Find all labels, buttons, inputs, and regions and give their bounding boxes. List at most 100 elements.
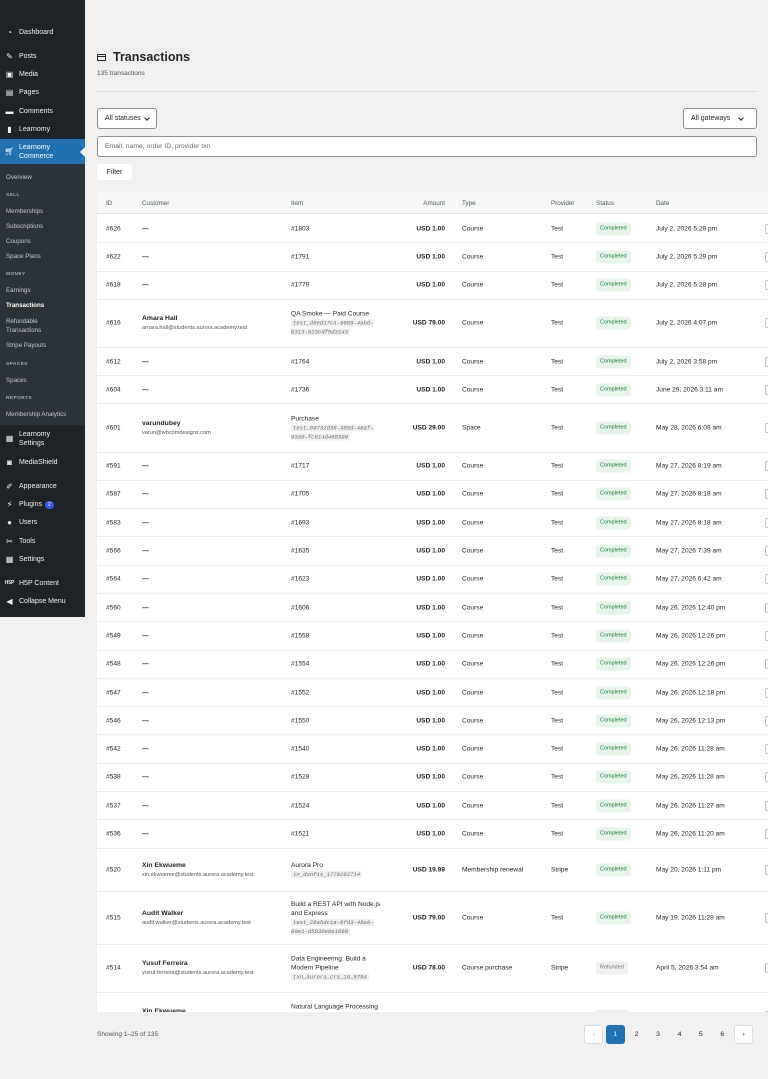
table-row[interactable]: #591 — #1717 USD 1.00 Course Test Completed May… [97, 453, 768, 481]
table-row[interactable]: #538 — #1528 USD 1.00 Course Test Completed May… [97, 764, 768, 793]
item-title: #1791 [291, 253, 310, 261]
menu-comments[interactable]: ▬ Comments [0, 105, 85, 118]
menu-posts[interactable]: ✎ Posts [0, 50, 85, 63]
table-row[interactable]: #612 — #1764 USD 1.00 Course Test Completed Jul… [97, 348, 768, 377]
menu-mediashield[interactable]: ◙ MediaShield [0, 456, 85, 469]
row-amount: USD 1.00 [416, 490, 445, 498]
row-status: Completed [596, 544, 631, 558]
menu-appearance[interactable]: ✐ Appearance [0, 480, 85, 493]
pagination-page-4[interactable]: 4 [670, 1025, 689, 1044]
submenu-membership-analytics[interactable]: Membership Analytics [6, 411, 66, 418]
submenu-coupons[interactable]: Coupons [6, 238, 31, 245]
submenu-earnings[interactable]: Earnings [6, 287, 30, 294]
column-header-provider[interactable]: Provider [551, 200, 574, 207]
submenu-overview[interactable]: Overview [6, 174, 32, 181]
column-header-item[interactable]: Item [291, 200, 303, 207]
submenu-subscriptions[interactable]: Subscriptions [6, 223, 43, 230]
item-title: #1635 [291, 547, 310, 555]
table-row[interactable]: #566 — #1635 USD 1.00 Course Test Completed May… [97, 537, 768, 566]
submenu-refundable-transactions[interactable]: Refundable Transactions [6, 317, 56, 335]
menu-tools[interactable]: ✂︎ Tools [0, 535, 85, 548]
table-row[interactable]: #564 — #1623 USD 1.00 Course Test Completed May… [97, 566, 768, 594]
table-row[interactable]: #542 — #1540 USD 1.00 Course Test Completed May… [97, 736, 768, 764]
submenu-memberships[interactable]: Memberships [6, 208, 43, 215]
pagination-page-3[interactable]: 3 [649, 1025, 668, 1044]
pagination-page-2[interactable]: 2 [627, 1025, 646, 1044]
column-header-status[interactable]: Status [596, 200, 614, 207]
table-row[interactable]: #618 — #1779 USD 1.00 Course Test Completed Jul… [97, 272, 768, 300]
row-id: #591 [106, 462, 121, 470]
table-row[interactable]: #537 — #1524 USD 1.00 Course Test Completed May… [97, 792, 768, 821]
row-item: #1635 [291, 547, 387, 556]
status-badge: Completed [596, 629, 631, 643]
pagination-page-6[interactable]: 6 [713, 1025, 732, 1044]
table-row[interactable]: #515 Audit Walker audit.walker@students.au… [97, 892, 768, 945]
table-row[interactable]: #587 — #1705 USD 1.00 Course Test Completed May… [97, 481, 768, 510]
row-id: #566 [106, 547, 121, 555]
menu-collapse[interactable]: ◀︎ Collapse Menu [0, 595, 85, 608]
column-header-customer[interactable]: Customer [142, 200, 169, 207]
table-row[interactable]: #546 — #1550 USD 1.00 Course Test Completed May… [97, 707, 768, 736]
customer-name: — [142, 604, 149, 612]
table-row[interactable]: #520 Xin Ekwueme xin.ekwueme@students.auro… [97, 849, 768, 892]
column-header-id[interactable]: ID [106, 200, 112, 207]
pagination-prev-button[interactable]: ‹ [584, 1025, 604, 1044]
customer-name: Audit Walker [142, 909, 184, 917]
status-badge: Completed [596, 516, 631, 530]
row-type: Course [462, 358, 484, 366]
menu-pages[interactable]: ▤ Pages [0, 86, 85, 99]
chevron-down-icon [738, 114, 745, 121]
menu-learnomy-commerce[interactable]: 🛒︎ Learnomy Commerce [0, 139, 85, 164]
row-item: #1764 [291, 357, 387, 366]
table-row[interactable]: #601 varundubey varun@wbcomdesigns.com Purc… [97, 405, 768, 453]
status-badge: Completed [596, 355, 631, 369]
search-input[interactable] [97, 136, 757, 157]
table-row[interactable]: #548 — #1554 USD 1.00 Course Test Completed May… [97, 651, 768, 679]
row-type: Course [462, 689, 484, 697]
menu-settings[interactable]: ▦ Settings [0, 553, 85, 566]
table-row[interactable]: #626 — #1803 USD 1.00 Course Test Completed Jul… [97, 215, 768, 244]
table-row[interactable]: #622 — #1791 USD 1.00 Course Test Completed Jul… [97, 243, 768, 272]
submenu-transactions[interactable]: Transactions [6, 302, 44, 309]
menu-plugins[interactable]: ⚡︎ Plugins 2 [0, 498, 85, 511]
filter-button[interactable]: Filter [97, 164, 132, 180]
table-row[interactable]: #583 — #1693 USD 1.00 Course Test Completed May… [97, 509, 768, 538]
gateway-filter-select[interactable]: All gateways [683, 108, 757, 129]
table-row[interactable]: #513Xin Ekwuemexin.ekwueme@students.auro… [97, 993, 768, 1012]
row-id: #560 [106, 604, 121, 612]
menu-users[interactable]: ● Users [0, 516, 85, 529]
table-row[interactable]: #560 — #1606 USD 1.00 Course Test Completed May… [97, 594, 768, 623]
status-filter-select[interactable]: All statuses [97, 108, 157, 129]
row-customer: Audit Walker audit.walker@students.aurora… [142, 909, 282, 927]
row-provider: Test [551, 281, 564, 289]
menu-dashboard[interactable]: ◔ Dashboard [0, 26, 85, 39]
row-type: Course [462, 386, 484, 394]
menu-media[interactable]: ▣ Media [0, 68, 85, 81]
column-header-date[interactable]: Date [656, 200, 669, 207]
submenu-stripe-payouts[interactable]: Stripe Payouts [6, 342, 46, 349]
card-icon [97, 53, 106, 61]
menu-learnomy[interactable]: ▮ Learnomy [0, 123, 85, 136]
pagination-page-1[interactable]: 1 [605, 1025, 625, 1044]
row-item: #1550 [291, 716, 387, 725]
row-amount: USD 1.00 [416, 547, 445, 555]
table-row[interactable]: #604 — #1736 USD 1.00 Course Test Completed Jun… [97, 376, 768, 405]
table-row[interactable]: #549 — #1558 USD 1.00 Course Test Completed May… [97, 622, 768, 651]
row-id: #626 [106, 225, 121, 233]
pagination-page-5[interactable]: 5 [691, 1025, 710, 1044]
submenu-space-plans[interactable]: Space Plans [6, 253, 41, 260]
table-row[interactable]: #547 — #1552 USD 1.00 Course Test Completed May… [97, 679, 768, 708]
row-provider: Test [551, 575, 564, 583]
table-row[interactable]: #514 Yusuf Ferreira yusuf.ferreira@student… [97, 945, 768, 993]
row-status: Completed [596, 799, 631, 813]
menu-learnomy-settings[interactable]: ▦ Learnomy Settings [0, 429, 85, 449]
column-header-amount[interactable]: Amount [375, 200, 445, 207]
table-row[interactable]: #536 — #1521 USD 1.00 Course Test Completed May… [97, 820, 768, 849]
brush-icon: ✐ [6, 481, 13, 491]
column-header-type[interactable]: Type [462, 200, 476, 207]
table-row[interactable]: #616 Amara Hall amara.hall@students.aurora… [97, 300, 768, 348]
row-item: Data Engineering: Build a Modern Pipelin… [291, 955, 387, 982]
menu-h5p[interactable]: H5P H5P Content [0, 577, 85, 590]
pagination-next-button[interactable]: › [734, 1025, 754, 1044]
submenu-spaces[interactable]: Spaces [6, 377, 27, 384]
